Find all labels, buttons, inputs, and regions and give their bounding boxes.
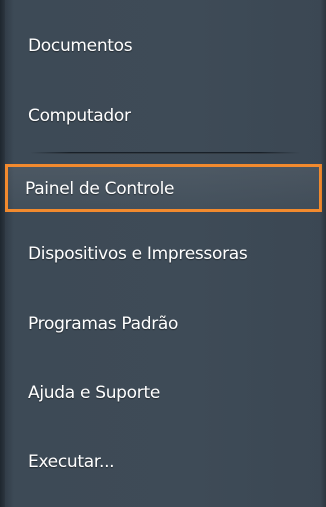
- menu-separator: [30, 152, 300, 154]
- menu-item-dispositivos-e-impressoras[interactable]: Dispositivos e Impressoras: [12, 233, 318, 275]
- menu-item-programas-padrao[interactable]: Programas Padrão: [12, 303, 318, 345]
- menu-item-computador[interactable]: Computador: [12, 95, 318, 137]
- start-menu-right-pane: Documentos Computador Painel de Controle…: [0, 0, 326, 507]
- menu-item-documentos[interactable]: Documentos: [12, 25, 318, 67]
- menu-item-ajuda-e-suporte[interactable]: Ajuda e Suporte: [12, 372, 318, 414]
- menu-item-painel-de-controle[interactable]: Painel de Controle: [5, 164, 322, 212]
- menu-item-executar[interactable]: Executar...: [12, 441, 318, 483]
